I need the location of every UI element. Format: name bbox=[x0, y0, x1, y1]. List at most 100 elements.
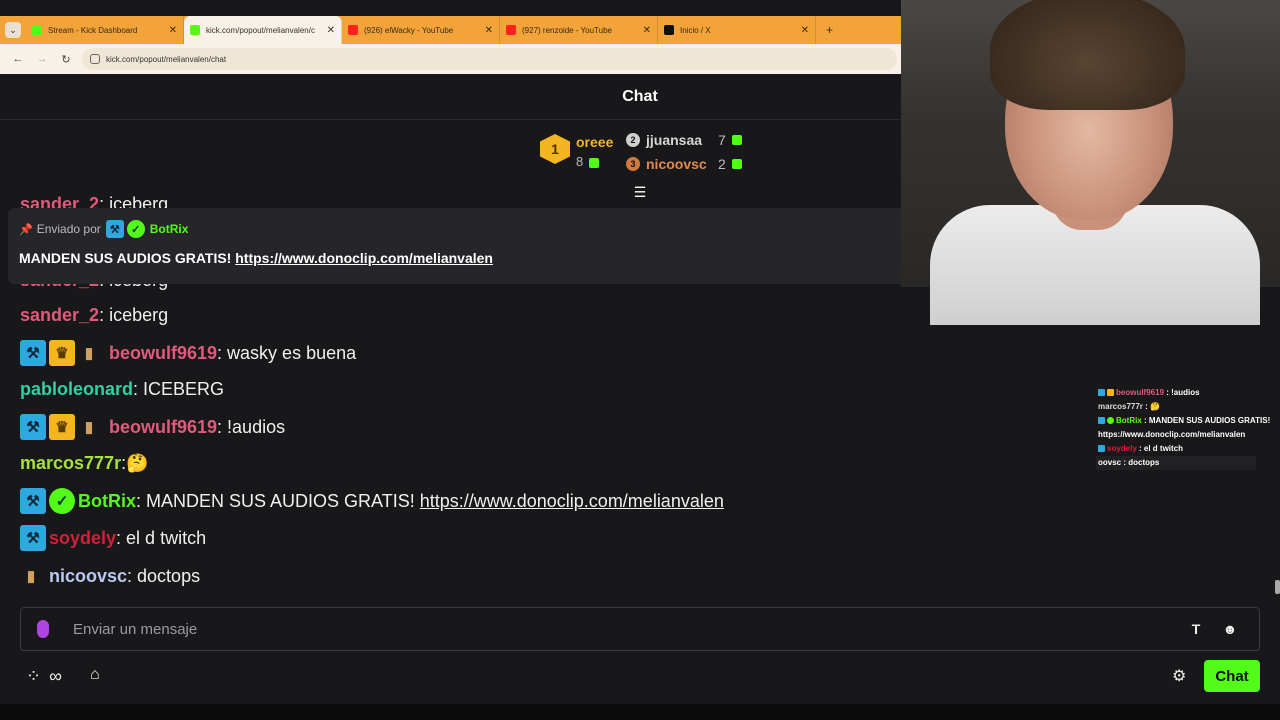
chat-message: sander_2: iceberg bbox=[20, 305, 168, 326]
kick-favicon-icon bbox=[190, 25, 200, 35]
moderator-badge-icon: ⚒ bbox=[105, 220, 124, 238]
browser-tab[interactable]: (926) elWacky - YouTube ✕ bbox=[342, 16, 500, 44]
pinned-username[interactable]: BotRix bbox=[150, 222, 189, 236]
close-icon[interactable]: ✕ bbox=[169, 25, 177, 36]
pinned-text: MANDEN SUS AUDIOS GRATIS! https://www.do… bbox=[19, 250, 890, 266]
gift-icon bbox=[731, 159, 742, 169]
chat-text: : doctops bbox=[127, 565, 201, 586]
leaderboard-name[interactable]: jjuansaa bbox=[646, 132, 712, 148]
pinned-link[interactable]: https://www.donoclip.com/melianvalen bbox=[235, 250, 493, 266]
address-bar-row: ← → ↻ kick.com/popout/melianvalen/chat bbox=[0, 44, 901, 74]
crown-badge-icon bbox=[1107, 389, 1114, 397]
webcam-hair bbox=[990, 0, 1185, 110]
pinned-sent-by: Enviado por bbox=[36, 222, 101, 236]
browser-tab[interactable]: (927) renzoide - YouTube ✕ bbox=[500, 16, 658, 44]
moderator-badge-icon: ⚒ bbox=[20, 488, 46, 514]
close-icon[interactable]: ✕ bbox=[327, 25, 335, 36]
overlay-username: marcos777r bbox=[1098, 402, 1143, 411]
close-icon[interactable]: ✕ bbox=[485, 25, 493, 36]
emoji-icon[interactable]: ☻ bbox=[1217, 621, 1243, 637]
overlay-username: oovsc bbox=[1098, 458, 1122, 467]
chat-message: ⚒ ✓ BotRix: MANDEN SUS AUDIOS GRATIS! ht… bbox=[20, 488, 724, 514]
leaderboard-name[interactable]: nicoovsc bbox=[646, 156, 712, 172]
chat-username[interactable]: beowulf9619 bbox=[109, 343, 217, 364]
chat-input[interactable]: Enviar un mensaje T ☻ bbox=[20, 607, 1260, 651]
tab-title: kick.com/popout/melianvalen/c bbox=[206, 25, 315, 35]
chat-text: : MANDEN SUS AUDIOS GRATIS! bbox=[136, 490, 420, 511]
leaderboard-row: 3 nicoovsc 2 bbox=[626, 156, 742, 172]
gift-count: 2 bbox=[718, 156, 726, 172]
chat-username[interactable]: marcos777r bbox=[20, 453, 121, 474]
chat-message: ⚒ ♛ ▮ beowulf9619: !audios bbox=[20, 414, 285, 440]
send-chat-button[interactable]: Chat bbox=[1204, 660, 1260, 692]
crown-badge-icon: ♛ bbox=[49, 414, 75, 440]
pinned-header: 📌 Enviado por ⚒ ✓ BotRix bbox=[19, 220, 890, 238]
tab-title: Inicio / X bbox=[680, 25, 711, 35]
x-favicon-icon bbox=[664, 25, 674, 35]
leaderboard-first-name[interactable]: oreee bbox=[576, 134, 613, 150]
overlay-username: BotRix bbox=[1116, 416, 1142, 425]
overlay-line: oovsc : doctops bbox=[1096, 456, 1256, 470]
translate-icon[interactable]: T bbox=[1183, 621, 1209, 637]
chat-username[interactable]: soydely bbox=[49, 528, 116, 549]
gift-icon bbox=[589, 157, 600, 168]
new-tab-button[interactable]: + bbox=[816, 16, 833, 44]
gift-count: 8 bbox=[576, 154, 584, 169]
browser-tabbar: ⌄ Stream - Kick Dashboard ✕ kick.com/pop… bbox=[0, 16, 901, 44]
rank-3-icon: 3 bbox=[626, 157, 640, 171]
close-icon[interactable]: ✕ bbox=[643, 25, 651, 36]
close-icon[interactable]: ✕ bbox=[801, 25, 809, 36]
chat-username[interactable]: sander_2 bbox=[20, 305, 99, 326]
chat-link[interactable]: https://www.donoclip.com/melianvalen bbox=[420, 491, 724, 512]
tab-title: (927) renzoide - YouTube bbox=[522, 25, 612, 35]
overlay-line: marcos777r : 🤔 bbox=[1096, 400, 1280, 414]
browser-tab[interactable]: Inicio / X ✕ bbox=[658, 16, 816, 44]
thinking-emoji-icon: 🤔 bbox=[126, 453, 149, 473]
url-text: kick.com/popout/melianvalen/chat bbox=[106, 54, 227, 64]
overlay-text: : !audios bbox=[1164, 388, 1200, 397]
chat-username[interactable]: BotRix bbox=[78, 491, 136, 512]
chat-username[interactable]: pabloleonard bbox=[20, 379, 133, 400]
store-icon[interactable]: ⌂ bbox=[90, 666, 100, 684]
reload-icon[interactable]: ↻ bbox=[54, 53, 78, 66]
overlay-line: https://www.donoclip.com/melianvalen bbox=[1096, 428, 1280, 442]
stream-chat-overlay: beowulf9619 : !audios marcos777r : 🤔 Bot… bbox=[1096, 386, 1280, 470]
tab-title: (926) elWacky - YouTube bbox=[364, 25, 454, 35]
moderator-badge-icon: ⚒ bbox=[20, 525, 46, 551]
leaderboard-first-count: 8 bbox=[576, 154, 600, 169]
verified-badge-icon: ✓ bbox=[126, 220, 145, 238]
chat-message: marcos777r: 🤔 bbox=[20, 453, 149, 474]
site-info-icon[interactable] bbox=[90, 54, 100, 64]
pin-icon: 📌 bbox=[19, 223, 33, 236]
url-input[interactable]: kick.com/popout/melianvalen/chat bbox=[82, 48, 897, 70]
chat-title: Chat bbox=[622, 87, 658, 105]
scrollbar[interactable] bbox=[1275, 580, 1280, 594]
chat-username[interactable]: beowulf9619 bbox=[109, 417, 217, 438]
chat-text: : iceberg bbox=[99, 305, 169, 325]
back-icon[interactable]: ← bbox=[6, 53, 30, 65]
pinned-message[interactable]: 📌 Enviado por ⚒ ✓ BotRix MANDEN SUS AUDI… bbox=[8, 208, 901, 284]
chat-input-placeholder: Enviar un mensaje bbox=[73, 620, 198, 638]
chevron-down-icon: ⌄ bbox=[5, 22, 21, 38]
overlay-username: soydely bbox=[1107, 444, 1137, 453]
forward-icon[interactable]: → bbox=[30, 53, 54, 65]
collapse-icon[interactable]: ☰ bbox=[632, 184, 648, 201]
gear-icon[interactable]: ⚙ bbox=[1172, 666, 1186, 686]
chat-username[interactable]: nicoovsc bbox=[49, 566, 127, 587]
overlay-line: BotRix : MANDEN SUS AUDIOS GRATIS! bbox=[1096, 414, 1280, 428]
browser-tab[interactable]: Stream - Kick Dashboard ✕ bbox=[26, 16, 184, 44]
tab-search-button[interactable]: ⌄ bbox=[0, 16, 26, 44]
chat-message: ⚒ ♛ ▮ beowulf9619: wasky es buena bbox=[20, 340, 356, 366]
gift-icon bbox=[731, 135, 742, 145]
rank-2-icon: 2 bbox=[626, 133, 640, 147]
microphone-icon[interactable] bbox=[37, 620, 49, 638]
moderator-badge-icon bbox=[1098, 389, 1105, 397]
browser-tab-active[interactable]: kick.com/popout/melianvalen/c ✕ bbox=[184, 16, 342, 44]
points-button[interactable]: ⁘ ∞ bbox=[26, 666, 62, 687]
gold-medal-icon: 1 bbox=[540, 134, 570, 164]
subscriber-badge-icon: ▮ bbox=[26, 568, 36, 585]
chat-message: pabloleonard: ICEBERG bbox=[20, 379, 224, 400]
app-root: ⌄ Stream - Kick Dashboard ✕ kick.com/pop… bbox=[0, 0, 1280, 720]
chat-text: : wasky es buena bbox=[217, 342, 357, 363]
youtube-favicon-icon bbox=[506, 25, 516, 35]
